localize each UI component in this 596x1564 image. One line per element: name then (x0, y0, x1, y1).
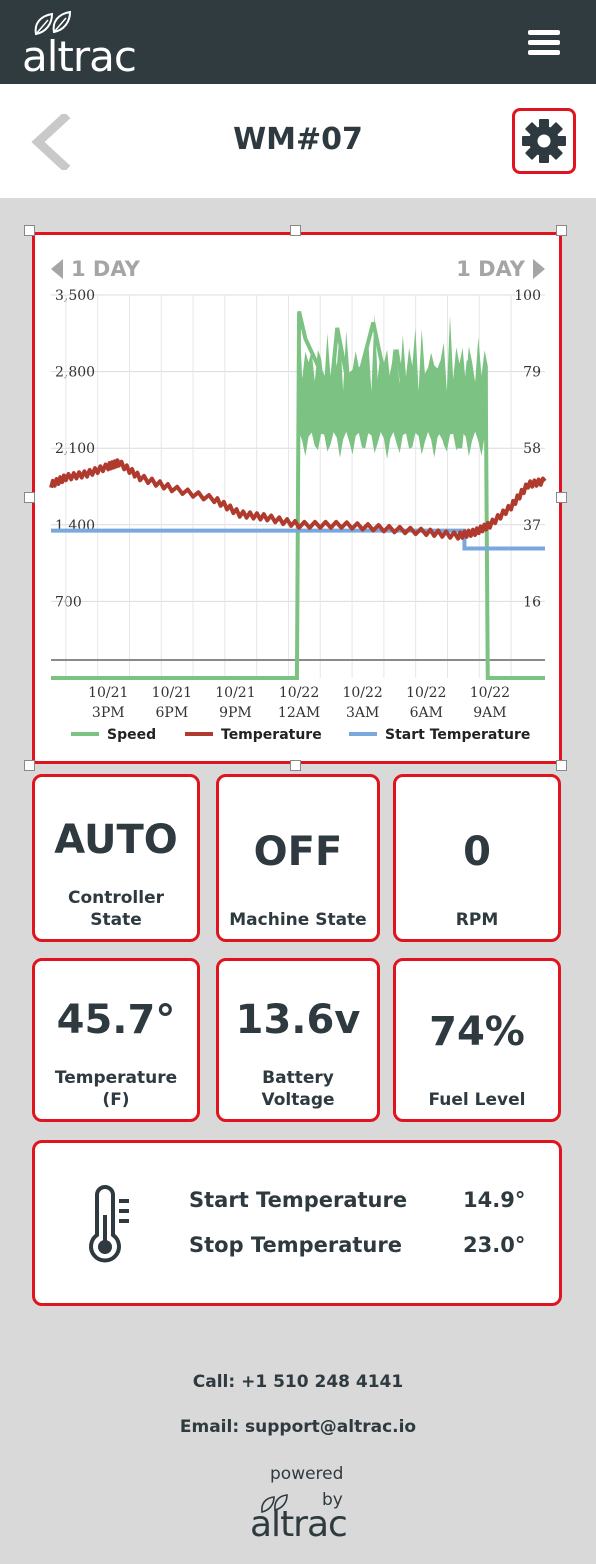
legend-label: Speed (107, 727, 156, 743)
rpm-label: RPM (455, 910, 499, 930)
fuel-level-card[interactable]: 74% Fuel Level (393, 958, 561, 1122)
stop-temperature-value: 23.0° (463, 1233, 526, 1257)
temperature-label-1: Temperature (54, 1068, 178, 1088)
machine-state-label: Machine State (229, 910, 367, 930)
battery-voltage-card[interactable]: 13.6v Battery Voltage (216, 958, 380, 1122)
resize-handle-br[interactable] (556, 760, 567, 771)
resize-handle-tm[interactable] (290, 225, 301, 236)
x-tick-date: 10/21 (152, 685, 192, 701)
resize-handle-mr[interactable] (556, 492, 567, 503)
resize-handle-bl[interactable] (24, 760, 35, 771)
y-tick-left: 3,500 (55, 288, 95, 304)
speed-line (51, 310, 545, 680)
temperature-card[interactable]: 45.7° Temperature (F) (32, 958, 200, 1122)
machine-state-value: OFF (253, 829, 343, 875)
chart-card[interactable]: 1 DAY 1 DAY 3,500 100 2,800 79 2,100 58 1,400 3… (32, 232, 562, 764)
y-tick-left: 700 (55, 594, 82, 610)
page-title: WM#07 (233, 122, 363, 157)
x-tick-date: 10/22 (279, 685, 319, 701)
legend-label: Start Temperature (385, 727, 530, 743)
x-tick-time: 6AM (410, 705, 443, 721)
x-tick-time: 3AM (346, 705, 379, 721)
y-tick-right: 37 (523, 518, 541, 534)
controller-state-value: AUTO (54, 817, 178, 863)
temperature-label-2: (F) (102, 1090, 130, 1110)
settings-button[interactable] (512, 108, 576, 174)
resize-handle-tr[interactable] (556, 225, 567, 236)
battery-voltage-label-1: Battery (262, 1068, 334, 1088)
x-tick-date: 10/22 (470, 685, 510, 701)
support-email-link[interactable]: Email: support@altrac.io (0, 1417, 596, 1437)
gear-icon (522, 119, 566, 163)
y-tick-right: 16 (523, 594, 541, 610)
y-tick-right: 100 (514, 288, 541, 304)
resize-handle-bm[interactable] (290, 760, 301, 771)
line-chart: 3,500 1002,800 792,100 581,400 37700 1610/213… (49, 288, 547, 743)
controller-state-label-1: Controller (67, 888, 164, 908)
x-tick-date: 10/22 (406, 685, 446, 701)
start-temperature-value: 14.9° (463, 1188, 526, 1212)
fuel-level-label: Fuel Level (428, 1090, 526, 1110)
thermometer-icon (89, 1185, 129, 1263)
altrac-logo[interactable]: altrac (22, 6, 152, 81)
machine-state-card[interactable]: OFF Machine State (216, 774, 380, 942)
legend-label: Temperature (221, 727, 322, 743)
y-tick-right: 58 (523, 441, 541, 457)
x-tick-time: 9PM (219, 705, 252, 721)
temperature-value: 45.7° (56, 997, 176, 1043)
top-bar: altrac (0, 0, 596, 84)
resize-handle-tl[interactable] (24, 225, 35, 236)
x-tick-time: 3PM (92, 705, 125, 721)
x-tick-date: 10/22 (342, 685, 382, 701)
resize-handle-ml[interactable] (24, 492, 35, 503)
battery-voltage-value: 13.6v (235, 997, 361, 1043)
x-tick-date: 10/21 (215, 685, 255, 701)
x-tick-time: 12AM (278, 705, 320, 721)
y-tick-right: 79 (523, 365, 541, 381)
rpm-card[interactable]: 0 RPM (393, 774, 561, 942)
x-tick-date: 10/21 (88, 685, 128, 701)
rpm-value: 0 (463, 829, 491, 875)
support-phone-link[interactable]: Call: +1 510 248 4141 (0, 1372, 596, 1392)
hamburger-menu-icon[interactable] (528, 30, 560, 56)
temperature-settings-card[interactable]: Start Temperature 14.9° Stop Temperature… (32, 1140, 562, 1306)
y-tick-left: 2,100 (55, 441, 95, 457)
x-tick-time: 9AM (473, 705, 506, 721)
y-tick-left: 2,800 (55, 365, 95, 381)
footer-brand-text: altrac (250, 1504, 348, 1545)
powered-text: powered (270, 1464, 344, 1484)
controller-state-label-2: State (90, 910, 142, 930)
controller-state-card[interactable]: AUTO Controller State (32, 774, 200, 942)
start-temperature-label: Start Temperature (189, 1188, 408, 1212)
battery-voltage-label-2: Voltage (261, 1090, 335, 1110)
powered-by-logo: powered by altrac (250, 1464, 360, 1554)
logo-text: altrac (22, 32, 137, 81)
title-bar: WM#07 (0, 84, 596, 198)
fuel-level-value: 74% (429, 1009, 525, 1055)
x-tick-time: 6PM (156, 705, 189, 721)
stop-temperature-label: Stop Temperature (189, 1233, 402, 1257)
